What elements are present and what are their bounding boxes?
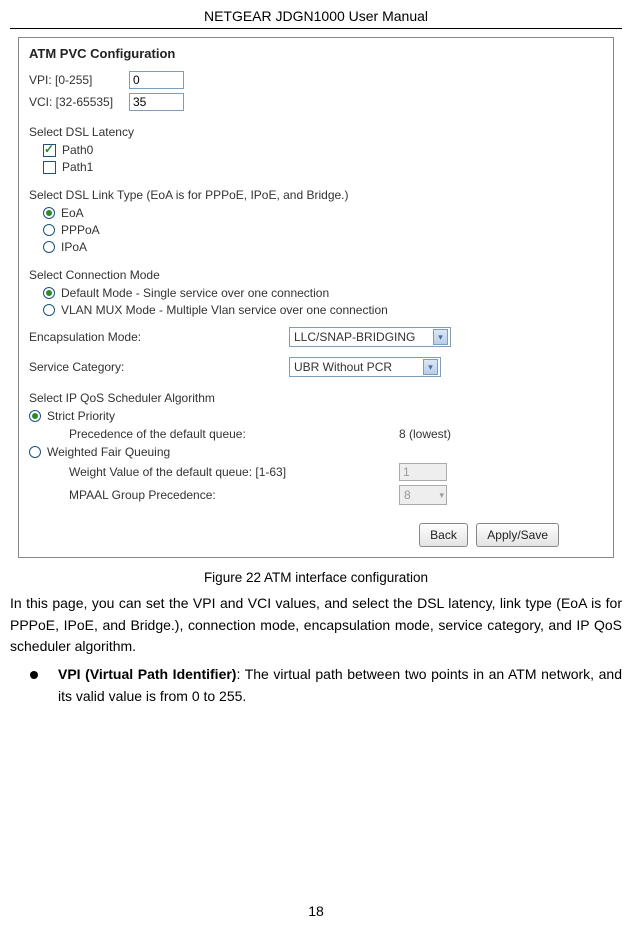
qos-wfq-row[interactable]: Weighted Fair Queuing: [29, 445, 603, 459]
conn-default-label: Default Mode - Single service over one c…: [61, 286, 329, 300]
svc-cat-label: Service Category:: [29, 360, 289, 374]
encap-value: LLC/SNAP-BRIDGING: [294, 330, 421, 344]
vpi-row: VPI: [0-255]: [29, 71, 603, 89]
qos-weight-row: Weight Value of the default queue: [1-63…: [69, 463, 603, 481]
qos-strict-label: Strict Priority: [47, 409, 115, 423]
section-title-atm: ATM PVC Configuration: [29, 46, 603, 61]
conn-mode-label: Select Connection Mode: [29, 268, 603, 282]
conn-vlan-row[interactable]: VLAN MUX Mode - Multiple Vlan service ov…: [43, 303, 603, 317]
atm-config-screenshot: ATM PVC Configuration VPI: [0-255] VCI: …: [18, 37, 614, 558]
bullet-vpi: VPI (Virtual Path Identifier): The virtu…: [30, 664, 622, 707]
bullet-text: VPI (Virtual Path Identifier): The virtu…: [58, 664, 622, 707]
apply-save-button[interactable]: Apply/Save: [476, 523, 559, 547]
qos-precedence-value: 8 (lowest): [399, 427, 509, 441]
figure-caption: Figure 22 ATM interface configuration: [0, 570, 632, 585]
svc-cat-select[interactable]: UBR Without PCR ▾: [289, 357, 441, 377]
pppoa-row[interactable]: PPPoA: [43, 223, 603, 237]
eoa-row[interactable]: EoA: [43, 206, 603, 220]
qos-mpaal-value: 8: [404, 488, 411, 502]
body-paragraph: In this page, you can set the VPI and VC…: [10, 593, 622, 658]
svc-cat-value: UBR Without PCR: [294, 360, 398, 374]
conn-default-row[interactable]: Default Mode - Single service over one c…: [43, 286, 603, 300]
ipoa-row[interactable]: IPoA: [43, 240, 603, 254]
qos-weight-label: Weight Value of the default queue: [1-63…: [69, 465, 399, 479]
back-button[interactable]: Back: [419, 523, 468, 547]
svc-cat-row: Service Category: UBR Without PCR ▾: [29, 357, 603, 377]
conn-vlan-label: VLAN MUX Mode - Multiple Vlan service ov…: [61, 303, 388, 317]
vci-input[interactable]: [129, 93, 184, 111]
eoa-label: EoA: [61, 206, 84, 220]
conn-vlan-radio[interactable]: [43, 304, 55, 316]
ipoa-label: IPoA: [61, 240, 87, 254]
pppoa-label: PPPoA: [61, 223, 100, 237]
path1-row[interactable]: Path1: [43, 160, 603, 174]
qos-strict-row[interactable]: Strict Priority: [29, 409, 603, 423]
bullet-bold: VPI (Virtual Path Identifier): [58, 666, 236, 682]
dsl-link-type-label: Select DSL Link Type (EoA is for PPPoE, …: [29, 188, 603, 202]
path0-label: Path0: [62, 143, 93, 157]
encap-select[interactable]: LLC/SNAP-BRIDGING ▾: [289, 327, 451, 347]
vci-label: VCI: [32-65535]: [29, 95, 129, 109]
dsl-latency-label: Select DSL Latency: [29, 125, 603, 139]
path1-label: Path1: [62, 160, 93, 174]
path1-checkbox[interactable]: [43, 161, 56, 174]
qos-precedence-row: Precedence of the default queue: 8 (lowe…: [69, 427, 603, 441]
eoa-radio[interactable]: [43, 207, 55, 219]
pppoa-radio[interactable]: [43, 224, 55, 236]
button-row: Back Apply/Save: [29, 523, 603, 547]
encap-row: Encapsulation Mode: LLC/SNAP-BRIDGING ▾: [29, 327, 603, 347]
path0-checkbox[interactable]: [43, 144, 56, 157]
path0-row[interactable]: Path0: [43, 143, 603, 157]
page-number: 18: [0, 903, 632, 919]
qos-strict-radio[interactable]: [29, 410, 41, 422]
conn-default-radio[interactable]: [43, 287, 55, 299]
chevron-down-icon: ▾: [439, 490, 444, 501]
qos-mpaal-select: 8 ▾: [399, 485, 447, 505]
vpi-label: VPI: [0-255]: [29, 73, 129, 87]
qos-label: Select IP QoS Scheduler Algorithm: [29, 391, 603, 405]
chevron-down-icon: ▾: [433, 329, 448, 345]
qos-precedence-label: Precedence of the default queue:: [69, 427, 399, 441]
qos-mpaal-row: MPAAL Group Precedence: 8 ▾: [69, 485, 603, 505]
chevron-down-icon: ▾: [423, 359, 438, 375]
qos-mpaal-label: MPAAL Group Precedence:: [69, 488, 399, 502]
page-header: NETGEAR JDGN1000 User Manual: [10, 0, 622, 29]
qos-wfq-label: Weighted Fair Queuing: [47, 445, 170, 459]
ipoa-radio[interactable]: [43, 241, 55, 253]
vci-row: VCI: [32-65535]: [29, 93, 603, 111]
encap-label: Encapsulation Mode:: [29, 330, 289, 344]
qos-wfq-radio[interactable]: [29, 446, 41, 458]
bullet-icon: [30, 671, 38, 679]
vpi-input[interactable]: [129, 71, 184, 89]
qos-weight-input: [399, 463, 447, 481]
